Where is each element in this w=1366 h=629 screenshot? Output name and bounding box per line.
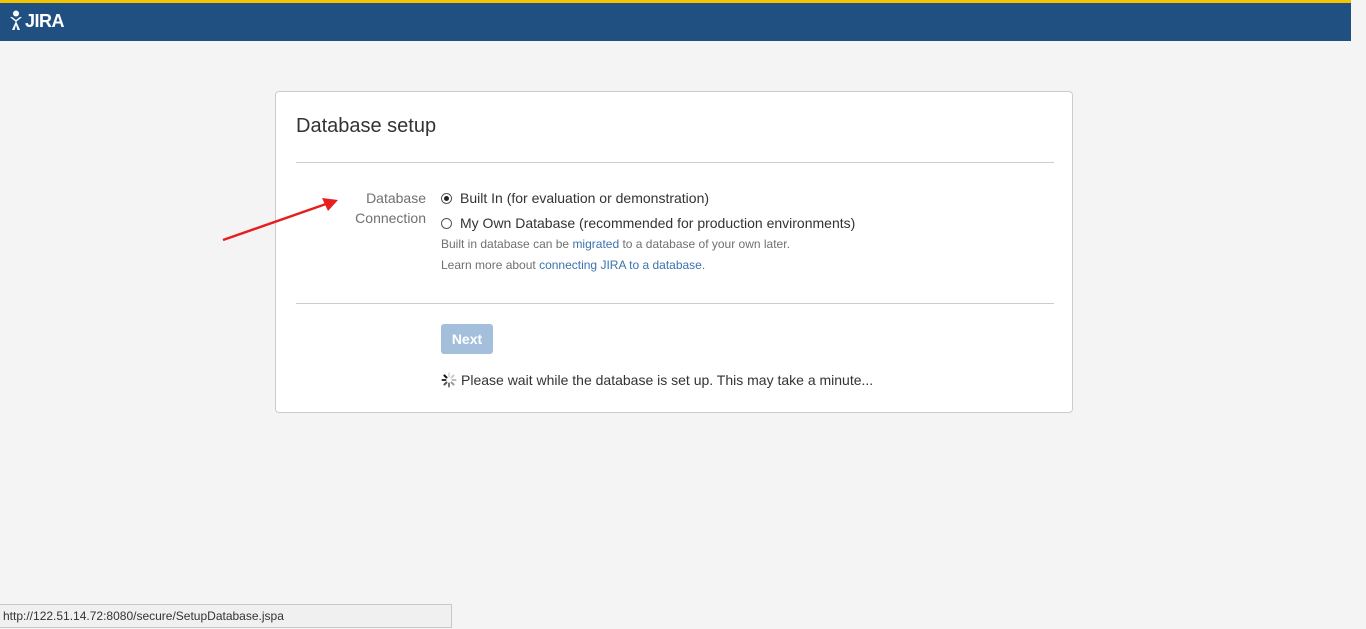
wait-text: Please wait while the database is set up… — [461, 372, 874, 388]
label-line: Database — [366, 190, 426, 206]
jira-logo[interactable]: JIRA — [9, 10, 65, 32]
database-setup-panel: Database setup Database Connection Built… — [275, 91, 1073, 413]
migration-hint: Built in database can be migrated to a d… — [441, 237, 790, 251]
label-line: Connection — [355, 210, 426, 226]
hint-text: Built in database can be — [441, 237, 573, 251]
wait-message: Please wait while the database is set up… — [441, 372, 873, 388]
own-database-radio[interactable] — [441, 217, 452, 229]
divider — [296, 303, 1054, 304]
next-button[interactable]: Next — [441, 324, 493, 354]
logo-text: JIRA — [25, 10, 65, 31]
divider — [296, 162, 1054, 163]
built-in-label: Built In (for evaluation or demonstratio… — [460, 190, 710, 206]
connecting-jira-link[interactable]: connecting JIRA to a database — [539, 258, 702, 272]
own-database-label: My Own Database (recommended for product… — [460, 215, 856, 231]
page-title: Database setup — [296, 115, 437, 137]
header-bar: JIRA — [0, 3, 1351, 41]
hint-text: to a database of your own later. — [619, 237, 790, 251]
database-connection-label: Database Connection — [336, 188, 426, 228]
learn-more-hint: Learn more about connecting JIRA to a da… — [441, 258, 705, 272]
browser-status-bar: http://122.51.14.72:8080/secure/SetupDat… — [0, 604, 452, 628]
built-in-radio[interactable] — [441, 192, 452, 204]
migrated-link[interactable]: migrated — [572, 237, 619, 251]
own-database-option[interactable]: My Own Database (recommended for product… — [441, 215, 855, 231]
red-arrow-icon — [222, 198, 338, 242]
hint-text: . — [701, 258, 706, 272]
jira-logo-icon — [10, 10, 22, 30]
loading-spinner-icon — [441, 372, 457, 388]
built-in-option[interactable]: Built In (for evaluation or demonstratio… — [441, 190, 709, 206]
hint-text: Learn more about — [441, 258, 540, 272]
